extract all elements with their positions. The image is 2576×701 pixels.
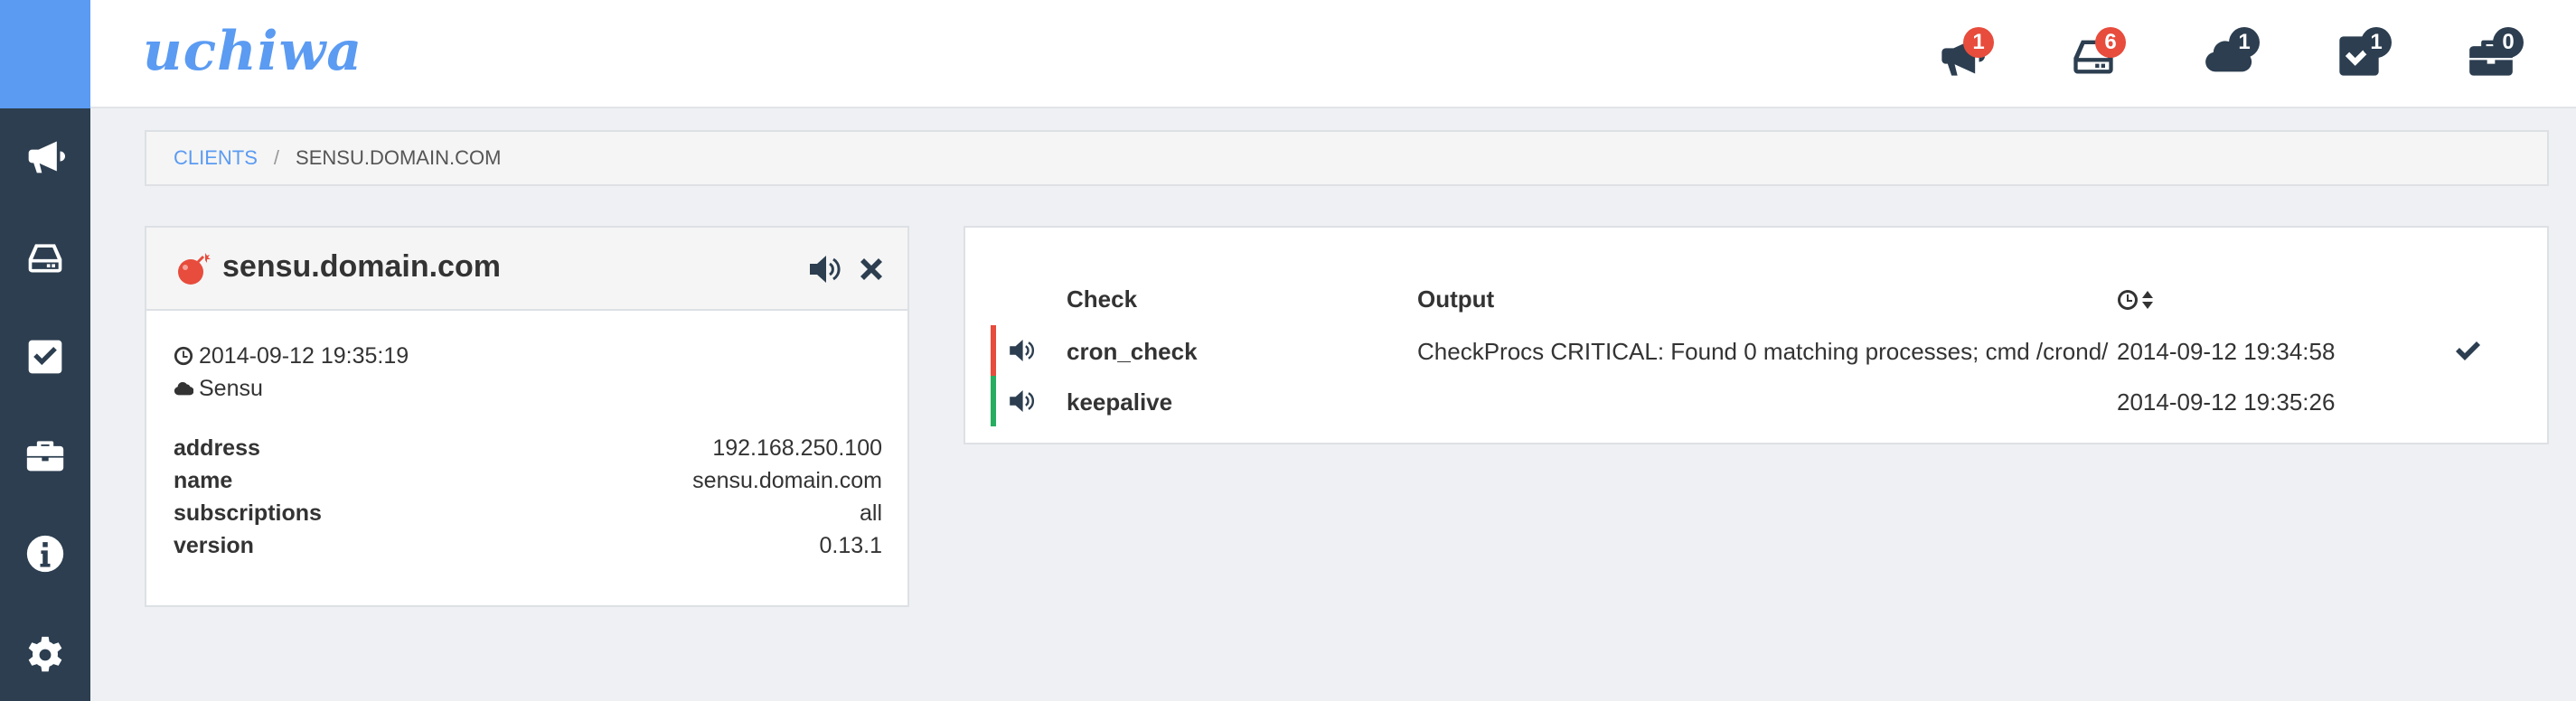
volume-icon [1010, 390, 1035, 412]
resolve-check-button[interactable] [2453, 336, 2482, 365]
attribute-value: 0.13.1 [819, 532, 882, 558]
checks-count-badge: 1 [2361, 27, 2392, 58]
client-last-seen: 2014-09-12 19:35:19 [174, 340, 409, 372]
attribute-row: subscriptions all [174, 497, 882, 529]
client-last-seen-value: 2014-09-12 19:35:19 [199, 342, 409, 369]
attribute-key: name [174, 467, 233, 493]
column-header-output[interactable]: Output [1417, 285, 1494, 313]
silence-check-button[interactable] [1007, 387, 1036, 416]
cloud-icon [174, 381, 193, 396]
attribute-row: version 0.13.1 [174, 529, 882, 562]
events-count-badge: 1 [1963, 27, 1994, 58]
attribute-row: address 192.168.250.100 [174, 432, 882, 464]
check-name[interactable]: keepalive [1067, 388, 1172, 416]
silence-check-button[interactable] [1007, 336, 1036, 365]
datacenters-indicator[interactable]: 1 [2196, 27, 2260, 81]
attribute-key: version [174, 532, 254, 558]
check-timestamp: 2014-09-12 19:34:58 [2117, 338, 2336, 365]
megaphone-icon [28, 141, 65, 173]
volume-icon [810, 256, 841, 283]
sidebar-item-clients[interactable] [0, 217, 90, 298]
briefcase-icon [26, 441, 64, 472]
info-icon [26, 535, 64, 573]
sidebar-item-settings[interactable] [0, 614, 90, 696]
check-name[interactable]: cron_check [1067, 338, 1198, 366]
check-row[interactable]: keepalive 2014-09-12 19:35:26 [991, 376, 2527, 426]
clock-icon [174, 346, 193, 366]
clients-indicator[interactable]: 6 [2063, 27, 2126, 81]
client-panel: sensu.domain.com 2014-09-12 19:35:19 Sen… [145, 226, 909, 607]
drive-icon [28, 244, 62, 273]
client-panel-header: sensu.domain.com [146, 228, 907, 311]
client-meta: 2014-09-12 19:35:19 Sensu [174, 340, 409, 405]
topbar: uchiwa 1 6 1 1 0 [90, 0, 2576, 108]
check-output: CheckProcs CRITICAL: Found 0 matching pr… [1417, 338, 2109, 365]
attribute-value: all [859, 500, 882, 526]
breadcrumb: CLIENTS / SENSU.DOMAIN.COM [145, 130, 2549, 186]
sidebar-item-info[interactable] [0, 513, 90, 594]
client-datacenter: Sensu [174, 372, 409, 405]
bomb-icon [178, 253, 211, 285]
column-header-check[interactable]: Check [1067, 285, 1137, 313]
events-indicator[interactable]: 1 [1931, 27, 1994, 81]
client-attributes: address 192.168.250.100 name sensu.domai… [174, 432, 882, 562]
breadcrumb-clients-link[interactable]: CLIENTS [174, 146, 258, 170]
attribute-key: subscriptions [174, 500, 322, 526]
attribute-row: name sensu.domain.com [174, 464, 882, 497]
checks-indicator[interactable]: 1 [2328, 27, 2392, 81]
clients-count-badge: 6 [2095, 27, 2126, 58]
stashes-count-badge: 0 [2493, 27, 2524, 58]
volume-icon [1010, 340, 1035, 361]
check-row[interactable]: cron_check CheckProcs CRITICAL: Found 0 … [991, 325, 2527, 376]
checks-panel: Check Output cron_check CheckProcs CRITI… [964, 226, 2549, 444]
close-icon [860, 258, 882, 280]
delete-client-button[interactable] [853, 251, 889, 287]
sort-by-time-button[interactable] [2117, 285, 2157, 314]
breadcrumb-separator: / [273, 146, 280, 169]
silence-client-button[interactable] [806, 251, 842, 287]
breadcrumb-current: SENSU.DOMAIN.COM [296, 146, 502, 169]
sidebar-item-stashes[interactable] [0, 414, 90, 495]
brand-logo[interactable]: uchiwa [143, 20, 362, 83]
gear-icon [28, 636, 62, 672]
sidebar-logo-block [0, 0, 90, 108]
critical-status-bar [991, 325, 996, 376]
sidebar-item-checks[interactable] [0, 316, 90, 397]
checkbox-icon [28, 340, 62, 374]
ok-status-bar [991, 376, 996, 426]
datacenters-count-badge: 1 [2229, 27, 2260, 58]
sidebar [0, 0, 90, 701]
sidebar-item-events[interactable] [0, 116, 90, 197]
clock-sort-icon [2118, 290, 2153, 310]
attribute-value: sensu.domain.com [692, 467, 882, 493]
client-datacenter-value: Sensu [199, 375, 263, 401]
stashes-indicator[interactable]: 0 [2460, 27, 2524, 81]
check-timestamp: 2014-09-12 19:35:26 [2117, 388, 2336, 416]
attribute-key: address [174, 435, 260, 461]
checkmark-icon [2456, 341, 2480, 360]
attribute-value: 192.168.250.100 [712, 435, 882, 461]
client-name-title: sensu.domain.com [222, 249, 501, 284]
